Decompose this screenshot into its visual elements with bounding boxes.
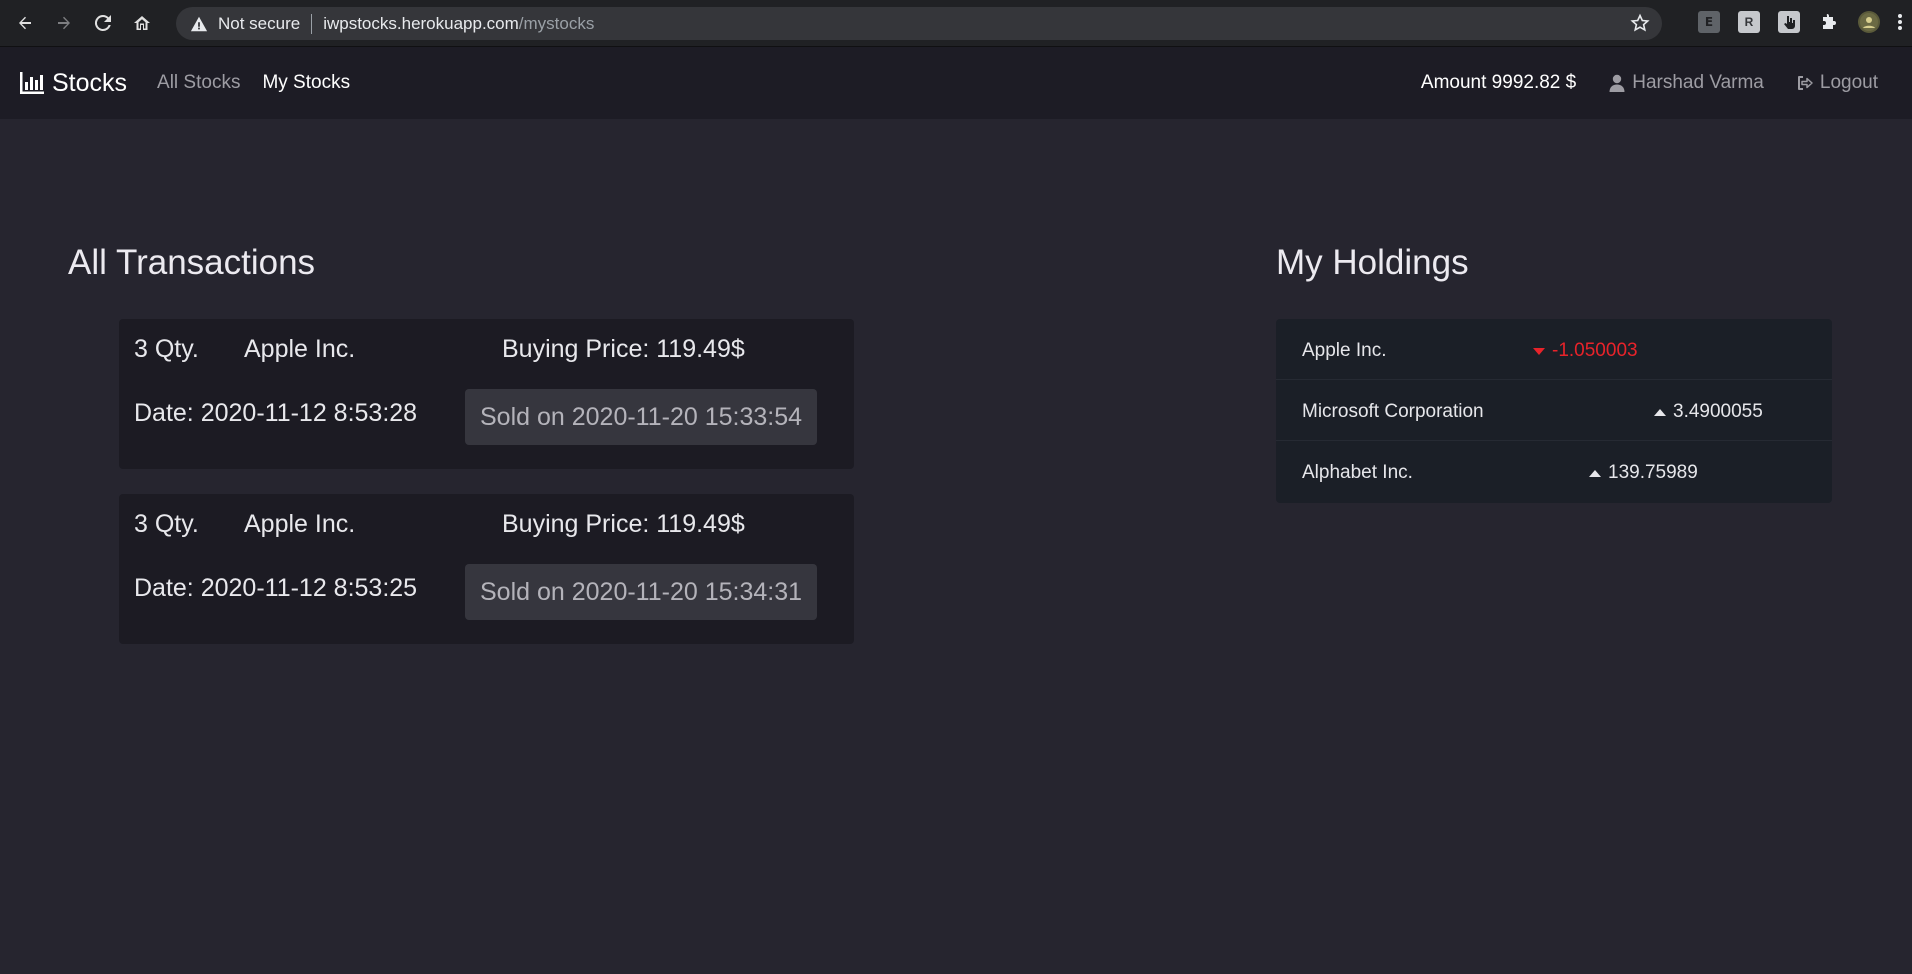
user-icon bbox=[1609, 74, 1625, 92]
holdings-title: My Holdings bbox=[1276, 243, 1469, 282]
url-host: iwpstocks.herokuapp.com bbox=[323, 13, 519, 33]
brand-label: Stocks bbox=[52, 68, 128, 97]
transaction-price: Buying Price: 119.49$ bbox=[502, 510, 745, 538]
transaction-price: Buying Price: 119.49$ bbox=[502, 335, 745, 363]
caret-up-icon bbox=[1589, 469, 1601, 477]
nav-link-my-stocks[interactable]: My Stocks bbox=[262, 72, 350, 94]
transaction-company: Apple Inc. bbox=[244, 510, 356, 538]
reload-icon bbox=[94, 14, 111, 31]
holding-name: Alphabet Inc. bbox=[1302, 462, 1413, 483]
transactions-title: All Transactions bbox=[68, 243, 316, 282]
sign-out-icon bbox=[1797, 76, 1813, 90]
arrow-left-icon bbox=[19, 16, 31, 30]
transaction-qty: 3 Qty. bbox=[134, 335, 199, 363]
extensions-puzzle-icon[interactable] bbox=[1818, 11, 1840, 33]
reload-button[interactable] bbox=[88, 8, 118, 38]
transaction-card: 3 Qty. Apple Inc. Buying Price: 119.49$ … bbox=[119, 319, 854, 469]
holding-name: Apple Inc. bbox=[1302, 340, 1387, 361]
kebab-menu-icon bbox=[1898, 14, 1902, 30]
avatar-icon bbox=[1860, 13, 1878, 31]
address-bar[interactable]: Not secure iwpstocks.herokuapp.com/mysto… bbox=[176, 7, 1662, 40]
sold-button[interactable]: Sold on 2020-11-20 15:34:31 bbox=[465, 564, 818, 620]
transaction-qty: 3 Qty. bbox=[134, 510, 199, 538]
holding-change: 3.4900055 bbox=[1654, 401, 1763, 423]
divider bbox=[311, 13, 313, 34]
transaction-date: Date: 2020-11-12 8:53:28 bbox=[134, 399, 418, 427]
holding-change-value: 3.4900055 bbox=[1673, 401, 1763, 422]
list-item: Microsoft Corporation 3.4900055 bbox=[1276, 380, 1832, 441]
home-icon bbox=[134, 16, 150, 30]
holdings-list: Apple Inc. -1.050003 Microsoft Corporati… bbox=[1276, 319, 1832, 503]
url-path: /mystocks bbox=[518, 13, 595, 33]
transaction-date: Date: 2020-11-12 8:53:25 bbox=[134, 574, 418, 602]
extensions-area: E R bbox=[1680, 11, 1904, 33]
star-icon[interactable] bbox=[1630, 13, 1650, 33]
browser-toolbar: Not secure iwpstocks.herokuapp.com/mysto… bbox=[0, 0, 1912, 47]
warning-icon bbox=[190, 16, 208, 31]
hand-icon bbox=[1784, 16, 1795, 29]
list-item: Apple Inc. -1.050003 bbox=[1276, 319, 1832, 380]
holding-change: 139.75989 bbox=[1589, 462, 1698, 484]
puzzle-icon bbox=[1823, 14, 1836, 29]
user-link[interactable]: Harshad Varma bbox=[1608, 72, 1764, 94]
browser-menu-icon[interactable] bbox=[1896, 11, 1904, 33]
extension-hand-icon[interactable] bbox=[1778, 11, 1800, 33]
bar-chart-icon bbox=[20, 72, 44, 94]
brand-link[interactable]: Stocks bbox=[20, 69, 127, 98]
holding-name: Microsoft Corporation bbox=[1302, 401, 1484, 422]
forward-button[interactable] bbox=[49, 8, 79, 38]
nav-link-all-stocks[interactable]: All Stocks bbox=[157, 72, 240, 94]
sold-button[interactable]: Sold on 2020-11-20 15:33:54 bbox=[465, 389, 818, 445]
caret-down-icon bbox=[1533, 347, 1545, 355]
holding-change: -1.050003 bbox=[1533, 340, 1638, 362]
logout-link[interactable]: Logout bbox=[1796, 72, 1878, 94]
list-item: Alphabet Inc. 139.75989 bbox=[1276, 441, 1832, 502]
arrow-right-icon bbox=[58, 16, 70, 30]
home-button[interactable] bbox=[127, 8, 157, 38]
transaction-card: 3 Qty. Apple Inc. Buying Price: 119.49$ … bbox=[119, 494, 854, 644]
security-label[interactable]: Not secure bbox=[218, 14, 300, 34]
extension-r-icon[interactable]: R bbox=[1738, 11, 1760, 33]
extension-e-icon[interactable]: E bbox=[1698, 11, 1720, 33]
caret-up-icon bbox=[1654, 408, 1666, 416]
user-name: Harshad Varma bbox=[1632, 72, 1764, 93]
back-button[interactable] bbox=[10, 8, 40, 38]
transaction-company: Apple Inc. bbox=[244, 335, 356, 363]
holding-change-value: -1.050003 bbox=[1552, 340, 1638, 361]
navbar-right: Amount 9992.82 $ Harshad Varma Logout bbox=[1421, 47, 1878, 119]
holding-change-value: 139.75989 bbox=[1608, 462, 1698, 483]
profile-avatar-icon[interactable] bbox=[1858, 11, 1880, 33]
logout-label: Logout bbox=[1819, 72, 1878, 93]
account-amount: Amount 9992.82 $ bbox=[1420, 72, 1577, 93]
app-navbar: Stocks All Stocks My Stocks Amount 9992.… bbox=[0, 47, 1912, 119]
